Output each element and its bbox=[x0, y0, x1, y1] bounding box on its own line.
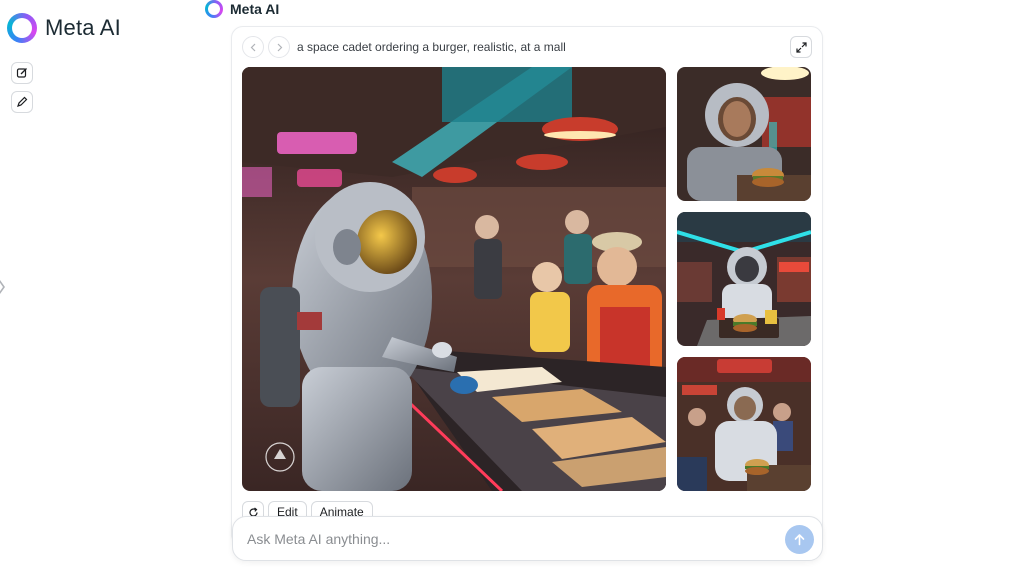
meta-ai-avatar-icon bbox=[205, 0, 223, 18]
previous-button[interactable] bbox=[242, 36, 264, 58]
new-chat-button[interactable] bbox=[11, 62, 33, 84]
new-chat-icon bbox=[16, 68, 27, 78]
thumbnail-1-art bbox=[677, 67, 811, 201]
arrow-up-icon bbox=[794, 534, 805, 546]
chevron-left-icon bbox=[250, 43, 255, 51]
pencil-icon bbox=[17, 96, 28, 107]
generated-image-thumbnail-3[interactable] bbox=[677, 357, 811, 491]
message-header: Meta AI bbox=[205, 0, 279, 18]
expand-icon bbox=[795, 41, 807, 53]
generated-image-thumbnail-2[interactable] bbox=[677, 212, 811, 346]
generated-image-thumbnail-1[interactable] bbox=[677, 67, 811, 201]
generated-image-main[interactable] bbox=[242, 67, 666, 491]
sender-name: Meta AI bbox=[230, 1, 280, 17]
generated-image-main-art bbox=[242, 67, 666, 491]
prompt-input[interactable] bbox=[247, 528, 767, 550]
edit-button[interactable] bbox=[11, 91, 33, 113]
image-result-card: a space cadet ordering a burger, realist… bbox=[231, 26, 823, 546]
brand-logo[interactable]: Meta AI bbox=[7, 13, 121, 43]
next-button[interactable] bbox=[268, 36, 290, 58]
thumbnail-2-art bbox=[677, 212, 811, 346]
prompt-text: a space cadet ordering a burger, realist… bbox=[297, 40, 566, 54]
chevron-right-icon bbox=[277, 43, 282, 51]
brand-name: Meta AI bbox=[45, 15, 121, 40]
chevron-right-icon[interactable] bbox=[0, 277, 7, 297]
meta-ai-logo-icon bbox=[7, 13, 37, 43]
thumbnail-3-art bbox=[677, 357, 811, 491]
send-button[interactable] bbox=[785, 525, 814, 554]
expand-button[interactable] bbox=[790, 36, 812, 58]
message-composer bbox=[232, 516, 823, 561]
